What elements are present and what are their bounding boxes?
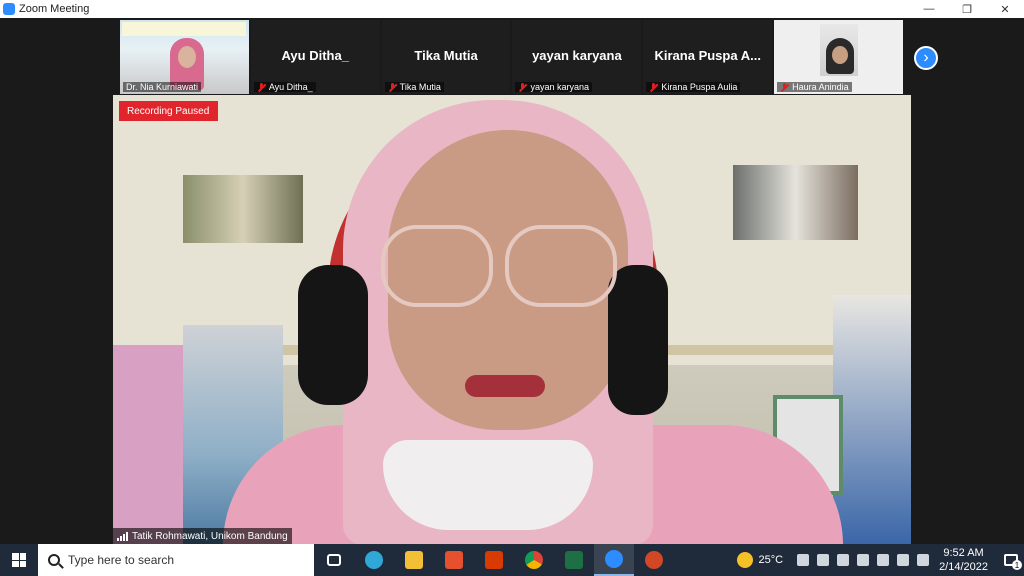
headphone-ear-left: [298, 265, 368, 405]
meeting-stage: Dr. Nia Kurniawati Ayu Ditha_ Ayu Ditha_…: [0, 18, 1024, 544]
participant-gallery: Dr. Nia Kurniawati Ayu Ditha_ Ayu Ditha_…: [120, 20, 905, 94]
minimize-icon[interactable]: —: [910, 0, 948, 18]
mic-muted-icon: [257, 82, 266, 92]
participant-name: Ayu Ditha_: [268, 82, 313, 92]
mic-muted-icon: [388, 82, 397, 92]
participant-tile[interactable]: Haura Anindia: [774, 20, 903, 94]
speaker-lips: [465, 375, 545, 397]
participant-name: Kirana Puspa Aulia: [661, 82, 738, 92]
close-icon[interactable]: ✕: [986, 0, 1024, 18]
chrome-icon[interactable]: [514, 544, 554, 576]
mic-muted-icon: [649, 82, 658, 92]
start-button[interactable]: [0, 544, 38, 576]
participant-name-label: Tika Mutia: [384, 82, 444, 92]
notification-badge: 1: [1012, 560, 1022, 570]
storage-box: [113, 345, 183, 544]
wall-photo: [183, 175, 303, 243]
clock-time: 9:52 AM: [943, 547, 984, 559]
powerpoint-icon[interactable]: [634, 544, 674, 576]
clock[interactable]: 9:52 AM 2/14/2022: [939, 546, 988, 574]
windows-taskbar: Type here to search 25°C 9:52 AM 2/14/20…: [0, 544, 1024, 576]
recording-status-badge[interactable]: Recording Paused: [119, 101, 218, 121]
wifi-icon[interactable]: [897, 554, 910, 566]
search-placeholder: Type here to search: [68, 553, 175, 567]
binders: [833, 295, 911, 544]
office-icon[interactable]: [474, 544, 514, 576]
task-view-icon[interactable]: [314, 544, 354, 576]
active-speaker-video: Recording Paused Tatik Rohmawati, Unikom…: [113, 95, 911, 544]
window-title: Zoom Meeting: [19, 3, 90, 15]
speaker-name-label: Tatik Rohmawati, Unikom Bandung: [113, 528, 292, 544]
chevron-up-icon[interactable]: [797, 554, 810, 566]
zoom-logo-icon: [3, 3, 15, 15]
zoom-icon[interactable]: [594, 544, 634, 576]
participant-name: Tika Mutia: [399, 82, 441, 92]
participant-tile[interactable]: Ayu Ditha_ Ayu Ditha_: [250, 20, 380, 94]
window-controls: — ❐ ✕: [910, 0, 1024, 18]
meet-now-icon[interactable]: [817, 554, 830, 566]
taskbar-search[interactable]: Type here to search: [38, 544, 314, 576]
participant-tile[interactable]: Tika Mutia Tika Mutia: [381, 20, 511, 94]
background-banner: [122, 22, 246, 36]
notification-center-icon[interactable]: 1: [998, 544, 1024, 576]
office-icon[interactable]: [434, 544, 474, 576]
participant-name-label: Dr. Nia Kurniawati: [123, 82, 202, 92]
speaker-name: Tatik Rohmawati, Unikom Bandung: [132, 530, 288, 542]
search-icon: [48, 554, 60, 566]
title-bar: Zoom Meeting — ❐ ✕: [0, 0, 1024, 18]
weather-widget[interactable]: 25°C: [737, 552, 783, 568]
system-tray: 25°C 9:52 AM 2/14/2022 1: [737, 544, 1024, 576]
participant-name: yayan karyana: [530, 82, 590, 92]
participant-name: Haura Anindia: [792, 82, 849, 92]
participant-tile[interactable]: yayan karyana yayan karyana: [512, 20, 642, 94]
sun-icon: [737, 552, 754, 568]
participant-display-name: Ayu Ditha_: [281, 48, 349, 63]
participant-name-label: Ayu Ditha_: [253, 82, 316, 92]
participant-display-name: Tika Mutia: [414, 48, 478, 63]
glasses-lens-right: [505, 225, 617, 307]
face-mask: [383, 440, 593, 530]
signal-strength-icon: [117, 531, 128, 541]
cloud-icon[interactable]: [837, 554, 850, 566]
participant-tile[interactable]: Dr. Nia Kurniawati: [120, 20, 249, 94]
clock-date: 2/14/2022: [939, 561, 988, 573]
participant-display-name: Kirana Puspa A...: [654, 48, 761, 63]
participant-name-label: Kirana Puspa Aulia: [646, 82, 741, 92]
chevron-right-icon[interactable]: ›: [914, 46, 938, 70]
temperature: 25°C: [758, 554, 784, 566]
participant-name-label: Haura Anindia: [777, 82, 852, 92]
mic-muted-icon: [518, 82, 527, 92]
file-explorer-icon[interactable]: [394, 544, 434, 576]
participant-display-name: yayan karyana: [532, 48, 622, 63]
headphone-ear-right: [608, 265, 668, 415]
participant-name: Dr. Nia Kurniawati: [126, 82, 199, 92]
restore-icon[interactable]: ❐: [948, 0, 986, 18]
glasses-lens-left: [381, 225, 493, 307]
participant-face: [178, 46, 196, 68]
edge-icon[interactable]: [354, 544, 394, 576]
participant-tile[interactable]: Kirana Puspa A... Kirana Puspa Aulia: [643, 20, 773, 94]
participant-name-label: yayan karyana: [515, 82, 593, 92]
wall-photo: [733, 165, 858, 240]
volume-icon[interactable]: [917, 554, 930, 566]
windows-logo-icon: [12, 553, 26, 567]
battery-icon[interactable]: [877, 554, 890, 566]
usb-icon[interactable]: [857, 554, 870, 566]
excel-icon[interactable]: [554, 544, 594, 576]
mic-muted-icon: [780, 82, 789, 92]
